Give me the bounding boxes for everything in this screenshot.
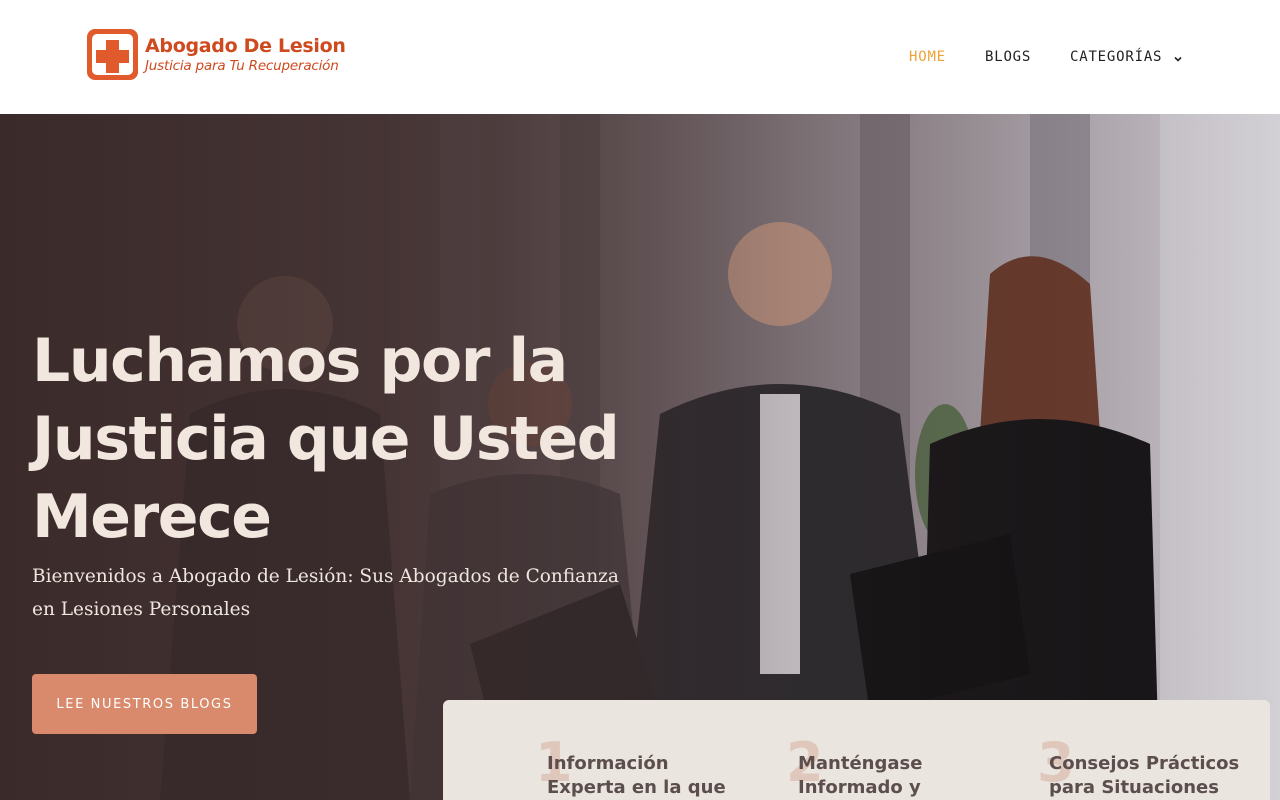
hero-section: Luchamos por la Justicia que Usted Merec… [0,114,1280,800]
hero-title-line3: Merece [32,482,272,552]
chevron-down-icon [1172,51,1184,63]
nav-home[interactable]: HOME [909,47,946,67]
hero-title: Luchamos por la Justicia que Usted Merec… [32,322,632,556]
nav-categories-label: CATEGORÍAS [1070,49,1163,65]
features-panel: 1 Información Experta en la que Puede 2 … [443,700,1270,800]
hero-title-line1: Luchamos por la [32,326,568,396]
nav-categories[interactable]: CATEGORÍAS [1070,47,1184,67]
nav-blogs[interactable]: BLOGS [985,47,1031,67]
feature-text: Consejos Prácticos para Situaciones [1049,753,1240,798]
site-header: Abogado De Lesion Justicia para Tu Recup… [0,0,1280,114]
read-blogs-button[interactable]: LEE NUESTROS BLOGS [32,674,257,734]
hero-subtitle: Bienvenidos a Abogado de Lesión: Sus Abo… [32,566,619,620]
hero-title-line2: Justicia que Usted [32,404,620,474]
feature-text: Manténgase Informado y [798,753,923,798]
feature-text: Información Experta en la que Puede [547,753,726,798]
main-nav: HOME BLOGS CATEGORÍAS [0,47,1280,67]
